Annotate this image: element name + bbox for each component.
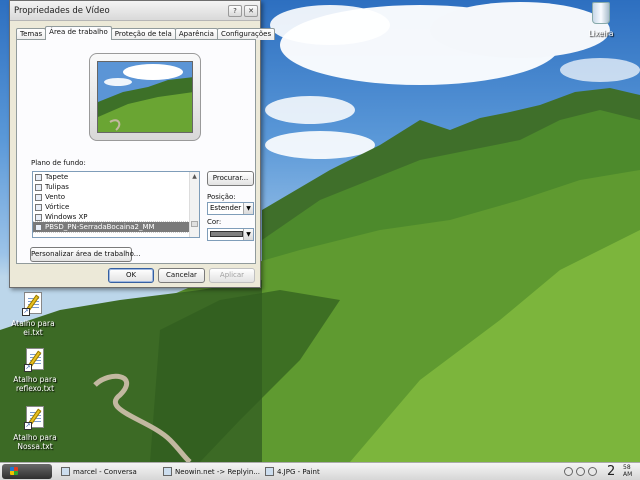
customize-desktop-button[interactable]: Personalizar área de trabalho... — [30, 247, 140, 262]
display-properties-dialog: Propriedades de Vídeo ? ✕ Temas Área de … — [9, 0, 276, 288]
desktop-icon-shortcut-nossa[interactable]: ↗ Atalho para Nossa.txt — [8, 406, 62, 451]
dialog-title: Propriedades de Vídeo — [14, 5, 110, 16]
recycle-bin-icon — [590, 2, 612, 26]
desktop-icon-label: Lixeira — [588, 29, 614, 38]
system-tray: 2 58 AM — [560, 463, 640, 480]
list-item[interactable]: Tapete — [33, 172, 199, 182]
text-file-icon: ↗ — [22, 292, 44, 316]
help-button[interactable]: ? — [228, 4, 242, 17]
desktop-icon-label: Atalho para reflexo.txt — [13, 375, 57, 393]
position-select[interactable]: Estender ▼ — [207, 202, 254, 215]
desktop-icon-recycle-bin[interactable]: Lixeira — [574, 2, 628, 38]
text-file-icon: ↗ — [24, 406, 46, 430]
position-label: Posição: — [207, 193, 236, 201]
color-picker[interactable]: ▼ — [207, 228, 254, 241]
clock-ampm: AM — [623, 471, 633, 478]
desktop-icon-shortcut-reflexo[interactable]: ↗ Atalho para reflexo.txt — [8, 348, 62, 393]
title-bar[interactable]: Propriedades de Vídeo ? ✕ — [10, 1, 260, 21]
taskbar-item-paint[interactable]: 4.JPG - Paint — [262, 464, 362, 479]
messenger-icon — [61, 467, 70, 476]
image-file-icon — [35, 193, 42, 201]
background-list[interactable]: Tapete Tulipas Vento Vórtice Windows XP … — [32, 171, 200, 238]
ok-button[interactable]: OK — [108, 268, 154, 283]
list-item-selected[interactable]: PBSD_PN-SerradaBocaina2_MM — [33, 221, 199, 233]
desktop-tab-panel: Plano de fundo: Tapete Tulipas Vento Vór… — [16, 39, 256, 264]
text-file-icon: ↗ — [24, 348, 46, 372]
image-file-icon — [35, 183, 42, 191]
chevron-down-icon[interactable]: ▼ — [243, 229, 253, 240]
paint-icon — [265, 467, 274, 476]
color-label: Cor: — [207, 218, 222, 226]
position-value: Estender — [210, 204, 242, 212]
taskbar-item-conversation[interactable]: marcel - Conversa — [58, 464, 158, 479]
chevron-down-icon[interactable]: ▼ — [243, 203, 253, 214]
list-item[interactable]: Windows XP — [33, 212, 199, 222]
clock-hour: 2 — [607, 464, 616, 479]
image-file-icon — [35, 203, 42, 211]
image-file-icon — [35, 213, 42, 221]
list-item[interactable]: Tulipas — [33, 182, 199, 192]
image-file-icon — [35, 173, 42, 181]
desktop-icon-label: Atalho para Nossa.txt — [13, 433, 57, 451]
taskbar: marcel - Conversa Neowin.net -> Replyin.… — [0, 462, 640, 480]
network-icon[interactable] — [588, 467, 597, 476]
background-label: Plano de fundo: — [31, 159, 86, 167]
volume-icon[interactable] — [564, 467, 573, 476]
list-scrollbar[interactable]: ▲ — [189, 172, 199, 237]
browser-icon — [163, 467, 172, 476]
start-button[interactable] — [2, 464, 52, 479]
close-button[interactable]: ✕ — [244, 4, 258, 17]
list-item[interactable]: Vento — [33, 192, 199, 202]
apply-button[interactable]: Aplicar — [209, 268, 255, 283]
scroll-thumb[interactable] — [191, 221, 198, 227]
cancel-button[interactable]: Cancelar — [158, 268, 205, 283]
desktop-icon-label: Atalho para ei.txt — [11, 319, 55, 337]
monitor-preview — [89, 53, 201, 141]
user-icon[interactable] — [576, 467, 585, 476]
scroll-up-icon[interactable]: ▲ — [190, 172, 199, 181]
color-swatch — [210, 231, 243, 237]
desktop-icon-shortcut-ei[interactable]: ↗ Atalho para ei.txt — [6, 292, 60, 337]
tab-area-de-trabalho[interactable]: Área de trabalho — [45, 26, 112, 40]
image-file-icon — [35, 223, 42, 231]
browse-button[interactable]: Procurar... — [207, 171, 254, 186]
taskbar-item-browser[interactable]: Neowin.net -> Replyin... — [160, 464, 260, 479]
list-item[interactable]: Vórtice — [33, 202, 199, 212]
wallpaper-preview — [97, 61, 193, 133]
